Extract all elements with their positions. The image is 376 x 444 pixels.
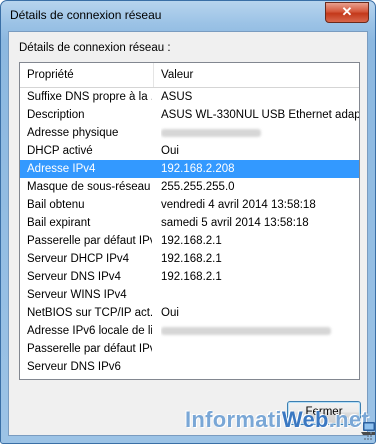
- list-item[interactable]: DHCP activé Oui: [20, 142, 359, 160]
- list-item[interactable]: Passerelle par défaut IPv4 192.168.2.1: [20, 232, 359, 250]
- property-cell: Serveur DNS IPv6: [27, 361, 121, 373]
- property-cell: DHCP activé: [27, 145, 93, 157]
- list-item[interactable]: Description ASUS WL-330NUL USB Ethernet a…: [20, 106, 359, 124]
- list-item[interactable]: Passerelle par défaut IPv6: [20, 340, 359, 358]
- resize-grip-icon[interactable]: [363, 431, 373, 441]
- details-heading: Détails de connexion réseau :: [19, 42, 171, 54]
- value-cell: 192.168.2.1: [161, 253, 222, 265]
- property-cell: Serveur DHCP IPv4: [27, 253, 130, 265]
- property-cell: Bail expirant: [27, 217, 91, 229]
- list-header: Propriété Valeur: [20, 63, 359, 88]
- window-close-button[interactable]: ✕: [325, 2, 369, 23]
- column-header-value[interactable]: Valeur: [154, 63, 359, 87]
- value-cell: 192.168.2.1: [161, 235, 222, 247]
- property-cell: Passerelle par défaut IPv6: [27, 343, 152, 355]
- watermark-logo: InformatiWeb.net: [171, 405, 375, 439]
- property-cell: NetBIOS sur TCP/IP act...: [27, 307, 152, 319]
- list-item[interactable]: Adresse IPv6 locale de li...: [20, 322, 359, 340]
- dialog-client-area: Détails de connexion réseau : Propriété …: [8, 31, 368, 436]
- property-cell: Serveur DNS IPv4: [27, 271, 121, 283]
- value-cell: Oui: [161, 307, 179, 319]
- property-cell: Adresse IPv6 locale de li...: [27, 325, 152, 337]
- value-cell: 192.168.2.208: [161, 163, 235, 175]
- property-cell: Suffixe DNS propre à la ...: [27, 91, 152, 103]
- list-item[interactable]: Masque de sous-réseau ... 255.255.255.0: [20, 178, 359, 196]
- redacted-value: [161, 327, 331, 335]
- list-item[interactable]: Serveur DHCP IPv4 192.168.2.1: [20, 250, 359, 268]
- property-cell: Adresse IPv4: [27, 163, 96, 175]
- property-cell: Masque de sous-réseau ...: [27, 181, 152, 193]
- value-cell: [161, 358, 359, 376]
- value-cell: vendredi 4 avril 2014 13:58:18: [161, 199, 316, 211]
- property-cell: Bail obtenu: [27, 199, 85, 211]
- value-cell: ASUS WL-330NUL USB Ethernet adapte: [161, 109, 359, 121]
- list-item[interactable]: Adresse IPv4 192.168.2.208: [20, 160, 359, 178]
- list-item[interactable]: Suffixe DNS propre à la ... ASUS: [20, 88, 359, 106]
- list-item[interactable]: NetBIOS sur TCP/IP act... Oui: [20, 304, 359, 322]
- property-cell: Adresse physique: [27, 127, 119, 139]
- watermark-text: InformatiWeb.net: [185, 407, 370, 432]
- property-cell: Serveur WINS IPv4: [27, 289, 127, 301]
- redacted-value: [161, 129, 261, 137]
- list-item[interactable]: Bail obtenu vendredi 4 avril 2014 13:58:1…: [20, 196, 359, 214]
- value-cell: Oui: [161, 145, 179, 157]
- list-item[interactable]: Serveur DNS IPv4 192.168.2.1: [20, 268, 359, 286]
- value-cell: [161, 124, 359, 142]
- property-cell: Description: [27, 109, 85, 121]
- details-list[interactable]: Propriété Valeur Suffixe DNS propre à la…: [19, 62, 360, 380]
- value-cell: [161, 340, 359, 358]
- value-cell: 255.255.255.0: [161, 181, 235, 193]
- value-cell: 192.168.2.1: [161, 271, 222, 283]
- column-header-property[interactable]: Propriété: [20, 63, 154, 87]
- list-item[interactable]: Serveur DNS IPv6: [20, 358, 359, 376]
- dialog-window: Détails de connexion réseau ✕ Détails de…: [0, 0, 376, 444]
- property-cell: Passerelle par défaut IPv4: [27, 235, 152, 247]
- value-cell: ASUS: [161, 91, 193, 103]
- value-cell: [161, 286, 359, 304]
- list-item[interactable]: Adresse physique: [20, 124, 359, 142]
- value-cell: samedi 5 avril 2014 13:58:18: [161, 217, 309, 229]
- value-cell: [161, 322, 359, 340]
- window-title: Détails de connexion réseau: [10, 8, 162, 22]
- list-item[interactable]: Serveur WINS IPv4: [20, 286, 359, 304]
- close-icon: ✕: [341, 4, 353, 19]
- list-item[interactable]: Bail expirant samedi 5 avril 2014 13:58:1…: [20, 214, 359, 232]
- title-bar[interactable]: Détails de connexion réseau ✕: [1, 1, 375, 31]
